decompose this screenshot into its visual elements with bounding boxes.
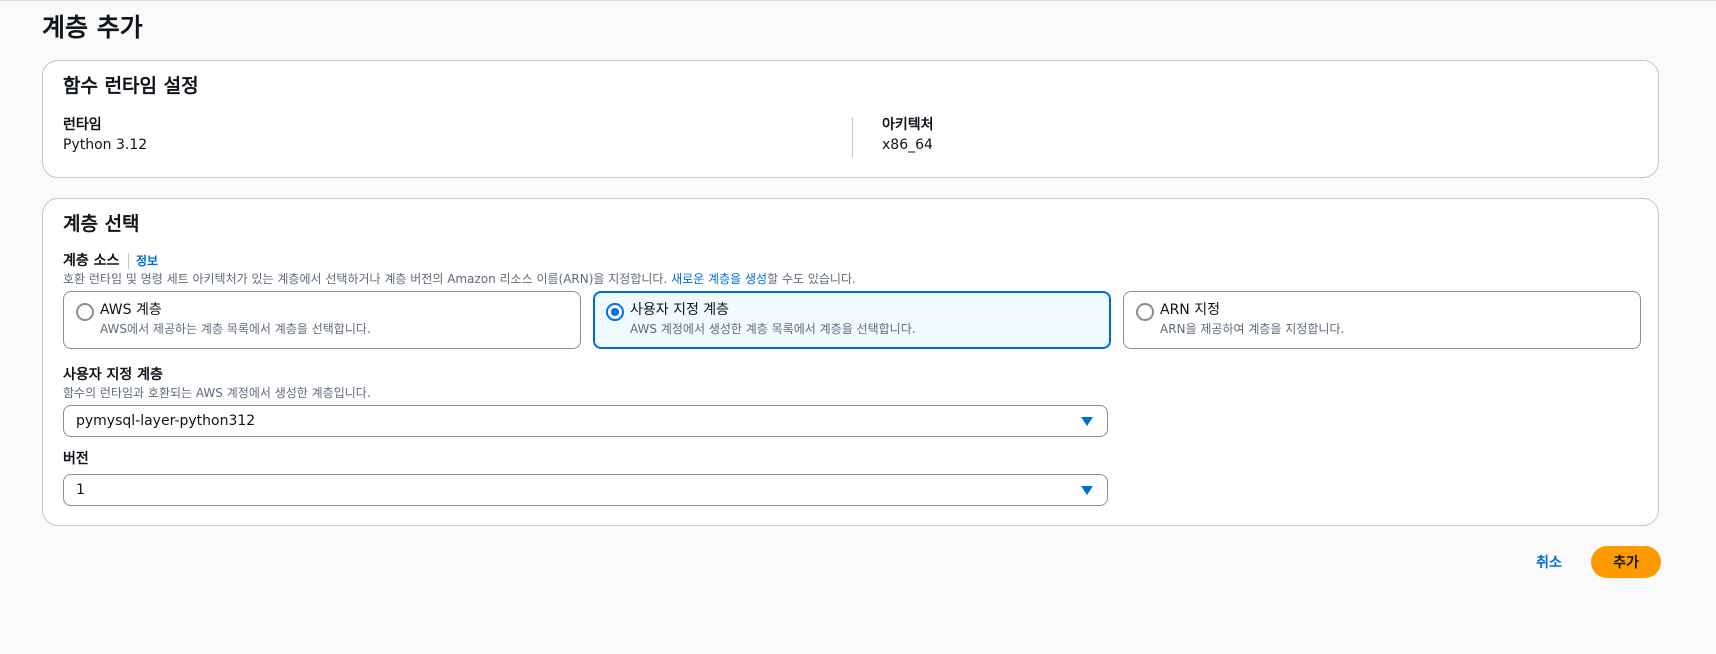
layer-source-desc-text: 호환 런타임 및 명령 세트 아키텍처가 있는 계층에서 선택하거나 계층 버전…	[63, 272, 668, 286]
tile-custom-layers-desc: AWS 계정에서 생성한 계층 목록에서 계층을 선택합니다.	[630, 322, 916, 336]
tile-specify-arn[interactable]: ARN 지정 ARN을 제공하여 계층을 지정합니다.	[1123, 291, 1641, 349]
layer-selection-panel: 계층 선택 계층 소스 정보 호환 런타임 및 명령 세트 아키텍처가 있는 계…	[42, 198, 1659, 526]
version-label: 버전	[63, 451, 89, 467]
radio-specify-arn[interactable]	[1136, 303, 1154, 321]
layer-source-label: 계층 소스	[63, 253, 120, 269]
info-separator	[128, 253, 129, 269]
custom-layer-label: 사용자 지정 계층	[63, 367, 163, 383]
version-select[interactable]: 1	[63, 474, 1108, 506]
create-new-layer-link[interactable]: 새로운 계층을 생성	[671, 272, 767, 286]
radio-custom-layers[interactable]	[606, 303, 624, 321]
add-button[interactable]: 추가	[1591, 546, 1661, 578]
column-divider	[852, 117, 853, 157]
cancel-button[interactable]: 취소	[1526, 546, 1572, 578]
page-title: 계층 추가	[42, 13, 143, 42]
layer-source-desc-tail: 할 수도 있습니다.	[767, 272, 856, 286]
version-select-value: 1	[76, 482, 85, 498]
tile-specify-arn-title: ARN 지정	[1160, 302, 1220, 318]
radio-selected-dot	[611, 308, 619, 316]
tile-aws-layers-desc: AWS에서 제공하는 계층 목록에서 계층을 선택합니다.	[100, 322, 371, 336]
top-divider	[0, 0, 1716, 1]
tile-custom-layers[interactable]: 사용자 지정 계층 AWS 계정에서 생성한 계층 목록에서 계층을 선택합니다…	[593, 291, 1111, 349]
layer-selection-heading: 계층 선택	[63, 213, 140, 235]
runtime-value: Python 3.12	[63, 137, 148, 153]
tile-aws-layers[interactable]: AWS 계층 AWS에서 제공하는 계층 목록에서 계층을 선택합니다.	[63, 291, 581, 349]
tile-specify-arn-desc: ARN을 제공하여 계층을 지정합니다.	[1160, 322, 1345, 336]
caret-down-icon	[1081, 417, 1093, 426]
info-link[interactable]: 정보	[136, 253, 158, 269]
custom-layer-description: 함수의 런타임과 호환되는 AWS 계정에서 생성한 계층입니다.	[63, 386, 371, 400]
architecture-label: 아키텍처	[882, 117, 934, 133]
runtime-settings-panel: 함수 런타임 설정 런타임 Python 3.12 아키텍처 x86_64	[42, 60, 1659, 178]
radio-aws-layers[interactable]	[76, 303, 94, 321]
layer-source-description: 호환 런타임 및 명령 세트 아키텍처가 있는 계층에서 선택하거나 계층 버전…	[63, 271, 856, 287]
architecture-value: x86_64	[882, 137, 933, 153]
custom-layer-select-value: pymysql-layer-python312	[76, 413, 256, 429]
tile-custom-layers-title: 사용자 지정 계층	[630, 302, 730, 318]
custom-layer-select[interactable]: pymysql-layer-python312	[63, 405, 1108, 437]
runtime-settings-heading: 함수 런타임 설정	[63, 75, 199, 97]
runtime-label: 런타임	[63, 117, 102, 133]
caret-down-icon	[1081, 486, 1093, 495]
tile-aws-layers-title: AWS 계층	[100, 302, 162, 318]
